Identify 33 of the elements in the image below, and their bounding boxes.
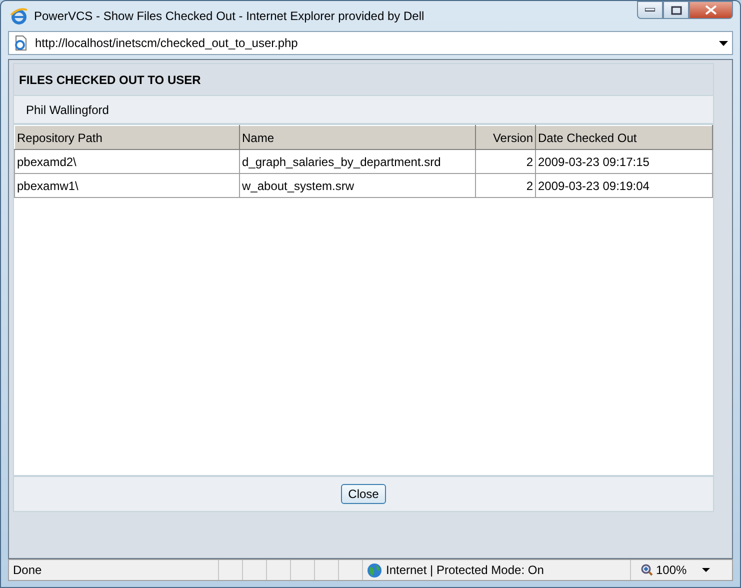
column-header: Repository Path bbox=[14, 126, 240, 150]
minimize-icon bbox=[645, 8, 655, 12]
security-zone-text: Internet | Protected Mode: On bbox=[386, 562, 544, 579]
window-title: PowerVCS - Show Files Checked Out - Internet Explorer provided by Dell bbox=[34, 8, 424, 25]
close-icon bbox=[705, 5, 717, 15]
browser-icon bbox=[10, 7, 28, 25]
globe-icon bbox=[367, 562, 382, 578]
table-cell: w_about_system.srw bbox=[240, 174, 476, 198]
maximize-button[interactable] bbox=[663, 1, 689, 19]
column-header: Date Checked Out bbox=[536, 126, 712, 150]
table-cell: 2009-03-23 09:19:04 bbox=[536, 174, 712, 198]
table-cell: pbexamw1\ bbox=[14, 174, 240, 198]
table-cell: 2009-03-23 09:17:15 bbox=[536, 150, 712, 174]
table-cell: 2 bbox=[476, 150, 536, 174]
url-text: http://localhost/inetscm/checked_out_to_user.php bbox=[35, 35, 298, 52]
column-header: Name bbox=[240, 126, 476, 150]
panel-heading: FILES CHECKED OUT TO USER bbox=[13, 63, 714, 96]
table-cell: 2 bbox=[476, 174, 536, 198]
zoom-icon bbox=[641, 564, 653, 576]
dropdown-arrow-icon[interactable] bbox=[719, 40, 728, 46]
user-name: Phil Wallingford bbox=[13, 96, 714, 124]
close-button[interactable]: Close bbox=[341, 484, 386, 504]
minimize-button[interactable] bbox=[637, 1, 663, 19]
table-cell: d_graph_salaries_by_department.srd bbox=[240, 150, 476, 174]
page-icon bbox=[13, 35, 29, 51]
dropdown-arrow-icon bbox=[702, 568, 710, 572]
table-cell: pbexamd2\ bbox=[14, 150, 240, 174]
address-bar[interactable]: http://localhost/inetscm/checked_out_to_user.php bbox=[8, 31, 733, 55]
zoom-control[interactable]: 100% bbox=[631, 560, 714, 580]
column-header: Version bbox=[476, 126, 536, 150]
close-button[interactable] bbox=[689, 1, 733, 19]
status-text: Done bbox=[9, 560, 219, 580]
maximize-icon bbox=[670, 6, 682, 14]
